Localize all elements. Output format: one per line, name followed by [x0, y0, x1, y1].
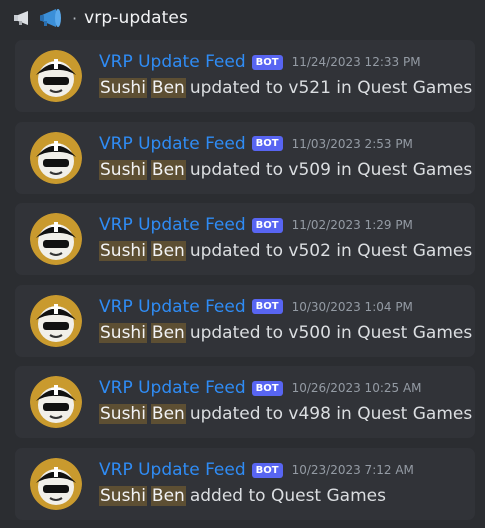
message-header: VRP Update Feed BOT 11/24/2023 12:33 PM	[99, 51, 421, 73]
highlighted-word: Ben	[150, 241, 186, 262]
message-card: VRP Update Feed BOT 10/30/2023 1:04 PM S…	[15, 284, 475, 357]
message-content: Sushi Ben updated to v521 in Quest Games	[99, 77, 472, 99]
timestamp[interactable]: 10/23/2023 7:12 AM	[292, 463, 414, 477]
megaphone-icon	[39, 8, 65, 28]
author-name[interactable]: VRP Update Feed	[99, 460, 246, 480]
author-name[interactable]: VRP Update Feed	[99, 297, 246, 317]
timestamp[interactable]: 11/24/2023 12:33 PM	[292, 55, 421, 69]
highlighted-word: Sushi	[99, 241, 147, 262]
avatar[interactable]	[30, 213, 82, 266]
highlighted-word: Sushi	[99, 322, 147, 343]
highlighted-word: Ben	[150, 404, 186, 425]
highlighted-word: Sushi	[99, 159, 147, 180]
bot-tag: BOT	[251, 136, 283, 152]
avatar[interactable]	[30, 294, 82, 347]
timestamp[interactable]: 11/03/2023 2:53 PM	[292, 137, 413, 151]
message-card: VRP Update Feed BOT 11/24/2023 12:33 PM …	[15, 40, 475, 112]
author-name[interactable]: VRP Update Feed	[99, 134, 246, 154]
message-card: VRP Update Feed BOT 10/26/2023 10:25 AM …	[15, 366, 475, 439]
avatar[interactable]	[30, 376, 82, 429]
message-text: updated to v500 in Quest Games	[189, 322, 473, 343]
message-content: Sushi Ben added to Quest Games	[99, 485, 386, 507]
message-card: VRP Update Feed BOT 10/23/2023 7:12 AM S…	[15, 448, 475, 520]
message-text: updated to v521 in Quest Games	[189, 78, 473, 98]
message-header: VRP Update Feed BOT 10/26/2023 10:25 AM	[99, 377, 422, 399]
message-header: VRP Update Feed BOT 10/23/2023 7:12 AM	[99, 459, 414, 481]
header-separator: ·	[72, 8, 78, 28]
message-header: VRP Update Feed BOT 11/02/2023 1:29 PM	[99, 214, 413, 236]
bot-tag: BOT	[251, 54, 283, 70]
author-name[interactable]: VRP Update Feed	[99, 215, 246, 235]
timestamp[interactable]: 11/02/2023 1:29 PM	[292, 218, 413, 232]
message-content: Sushi Ben updated to v509 in Quest Games	[99, 159, 472, 181]
highlighted-word: Ben	[150, 78, 186, 98]
bot-tag: BOT	[251, 380, 283, 396]
bot-tag: BOT	[251, 217, 283, 233]
message-text: updated to v498 in Quest Games	[189, 404, 473, 425]
highlighted-word: Sushi	[99, 486, 147, 506]
highlighted-word: Sushi	[99, 78, 147, 98]
timestamp[interactable]: 10/26/2023 10:25 AM	[292, 381, 422, 395]
message-text: updated to v502 in Quest Games	[189, 241, 473, 262]
avatar[interactable]	[30, 131, 82, 184]
author-name[interactable]: VRP Update Feed	[99, 378, 246, 398]
avatar[interactable]	[30, 50, 82, 102]
message-text: added to Quest Games	[189, 486, 386, 506]
message-text: updated to v509 in Quest Games	[189, 159, 473, 180]
bot-tag: BOT	[251, 462, 283, 478]
megaphone-icon	[13, 10, 33, 26]
timestamp[interactable]: 10/30/2023 1:04 PM	[292, 300, 413, 314]
message-header: VRP Update Feed BOT 11/03/2023 2:53 PM	[99, 133, 413, 155]
message-content: Sushi Ben updated to v500 in Quest Games	[99, 322, 472, 344]
highlighted-word: Ben	[150, 159, 186, 180]
message-content: Sushi Ben updated to v498 in Quest Games	[99, 403, 472, 425]
message-content: Sushi Ben updated to v502 in Quest Games	[99, 240, 472, 262]
message-card: VRP Update Feed BOT 11/03/2023 2:53 PM S…	[15, 121, 475, 194]
highlighted-word: Sushi	[99, 404, 147, 425]
author-name[interactable]: VRP Update Feed	[99, 52, 246, 72]
highlighted-word: Ben	[150, 486, 186, 506]
bot-tag: BOT	[251, 299, 283, 315]
message-header: VRP Update Feed BOT 10/30/2023 1:04 PM	[99, 296, 413, 318]
avatar[interactable]	[30, 458, 82, 510]
message-card: VRP Update Feed BOT 11/02/2023 1:29 PM S…	[15, 203, 475, 276]
highlighted-word: Ben	[150, 322, 186, 343]
channel-header: · vrp-updates	[13, 6, 188, 30]
channel-name[interactable]: vrp-updates	[84, 8, 188, 28]
